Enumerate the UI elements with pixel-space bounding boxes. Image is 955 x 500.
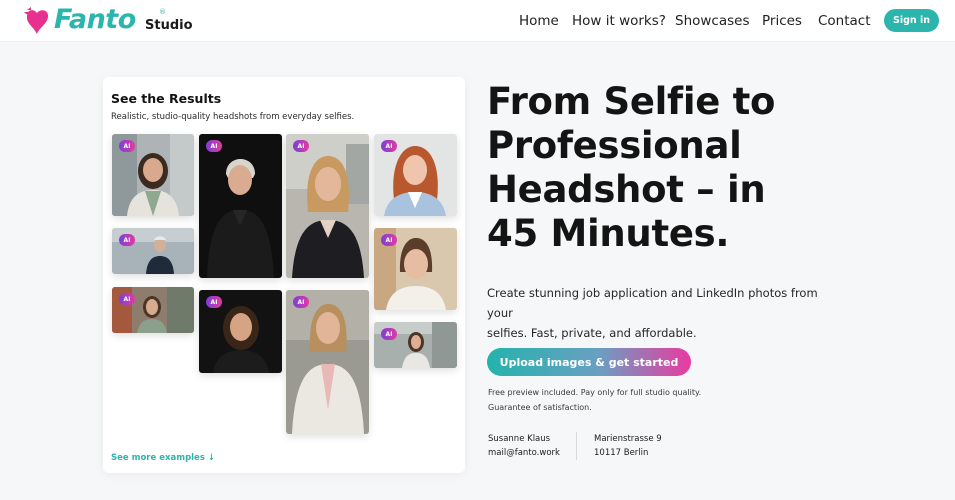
sign-in-button[interactable]: Sign in [884,9,939,32]
contact-divider [576,432,577,460]
headshot-photo[interactable]: AI [374,322,457,368]
headshot-photo[interactable]: AI [374,228,457,310]
headshot-photo[interactable]: AI [199,290,282,373]
hero-title-line: Professional [487,124,742,167]
nav-how-it-works[interactable]: How it works? [572,13,666,29]
brand-name: Fanto [54,4,136,35]
ai-badge: AI [293,140,309,152]
ai-badge: AI [119,293,135,305]
hero-description-line: Create stunning job application and Link… [487,286,818,320]
brand-logo[interactable]: Fanto ® Studio [22,4,202,38]
note-line: Free preview included. Pay only for full… [488,388,702,397]
hero-title: From Selfie to Professional Headshot – i… [487,80,887,256]
headshot-photo[interactable]: AI [199,134,282,278]
see-more-examples-link[interactable]: See more examples ↓ [111,453,215,463]
brand-logo-icon [24,7,49,34]
hero-description: Create stunning job application and Link… [487,283,847,343]
ai-badge: AI [206,296,222,308]
ai-badge: AI [381,140,397,152]
headshot-photo[interactable]: AI [112,134,194,216]
ai-badge: AI [119,234,135,246]
contact-street: Marienstrasse 9 [594,434,662,444]
ai-badge: AI [119,140,135,152]
ai-badge: AI [381,328,397,340]
registered-mark: ® [159,8,166,16]
guarantee-note: Free preview included. Pay only for full… [488,385,701,415]
hero-title-line: 45 Minutes. [487,212,730,255]
site-header: Fanto ® Studio Home How it works? Showca… [0,0,955,42]
portrait-image [286,134,369,278]
results-subtitle: Realistic, studio-quality headshots from… [111,112,355,122]
headshot-photo[interactable]: AI [286,134,369,278]
contact-city: 10117 Berlin [594,448,649,458]
nav-prices[interactable]: Prices [762,13,802,29]
brand-sub: Studio [145,18,193,33]
portrait-image [199,134,282,278]
hero-title-line: Headshot – in [487,168,766,211]
nav-contact[interactable]: Contact [818,13,871,29]
upload-images-button[interactable]: Upload images & get started [487,348,691,376]
ai-badge: AI [293,296,309,308]
hero-title-line: From Selfie to [487,80,776,123]
headshot-photo[interactable]: AI [112,228,194,274]
contact-name: Susanne Klaus [488,434,551,444]
hero-description-line: selfies. Fast, private, and affordable. [487,326,697,340]
nav-home[interactable]: Home [519,13,559,29]
contact-address: Marienstrasse 9 10117 Berlin [594,432,662,460]
portrait-image [286,290,369,434]
ai-badge: AI [206,140,222,152]
headshot-photo[interactable]: AI [286,290,369,434]
ai-badge: AI [381,234,397,246]
nav-showcases[interactable]: Showcases [675,13,750,29]
note-line: Guarantee of satisfaction. [488,403,592,412]
headshot-photo[interactable]: AI [112,287,194,333]
results-title: See the Results [111,91,222,106]
contact-email[interactable]: mail@fanto.work [488,446,560,460]
headshot-photo[interactable]: AI [374,134,457,216]
contact-person: Susanne Klaus mail@fanto.work [488,432,560,460]
